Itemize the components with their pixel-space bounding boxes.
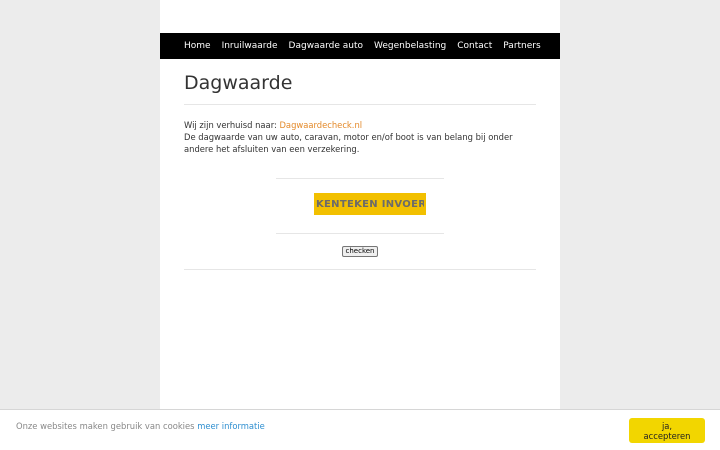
form-divider-bottom	[276, 233, 444, 234]
page-title: Dagwaarde	[184, 72, 293, 94]
nav-item-inruilwaarde[interactable]: Inruilwaarde	[222, 41, 278, 51]
nav-item-home[interactable]: Home	[184, 41, 211, 51]
cookie-text: Onze websites maken gebruik van cookies	[16, 421, 198, 431]
cookie-banner: Onze websites maken gebruik van cookies …	[0, 409, 720, 450]
content-divider-bottom	[184, 269, 536, 270]
nav-item-wegenbelasting[interactable]: Wegenbelasting	[374, 41, 446, 51]
nav-item-contact[interactable]: Contact	[457, 41, 492, 51]
moved-notice-text: Wij zijn verhuisd naar:	[184, 120, 280, 130]
cookie-accept-button[interactable]: ja, accepteren	[629, 418, 705, 443]
page-container: Home Inruilwaarde Dagwaarde auto Wegenbe…	[160, 0, 560, 450]
license-plate-input[interactable]	[314, 193, 426, 215]
main-navigation: Home Inruilwaarde Dagwaarde auto Wegenbe…	[160, 33, 560, 59]
form-divider-top	[276, 178, 444, 179]
moved-site-link[interactable]: Dagwaardecheck.nl	[279, 120, 362, 130]
cookie-message: Onze websites maken gebruik van cookies …	[16, 421, 265, 431]
description-text: De dagwaarde van uw auto, caravan, motor…	[184, 132, 513, 154]
check-button[interactable]: checken	[342, 246, 378, 257]
nav-item-dagwaarde-auto[interactable]: Dagwaarde auto	[289, 41, 363, 51]
intro-text: Wij zijn verhuisd naar: Dagwaardecheck.n…	[184, 119, 536, 155]
cookie-more-info-link[interactable]: meer informatie	[197, 421, 265, 431]
title-divider	[184, 104, 536, 105]
nav-item-partners[interactable]: Partners	[503, 41, 540, 51]
